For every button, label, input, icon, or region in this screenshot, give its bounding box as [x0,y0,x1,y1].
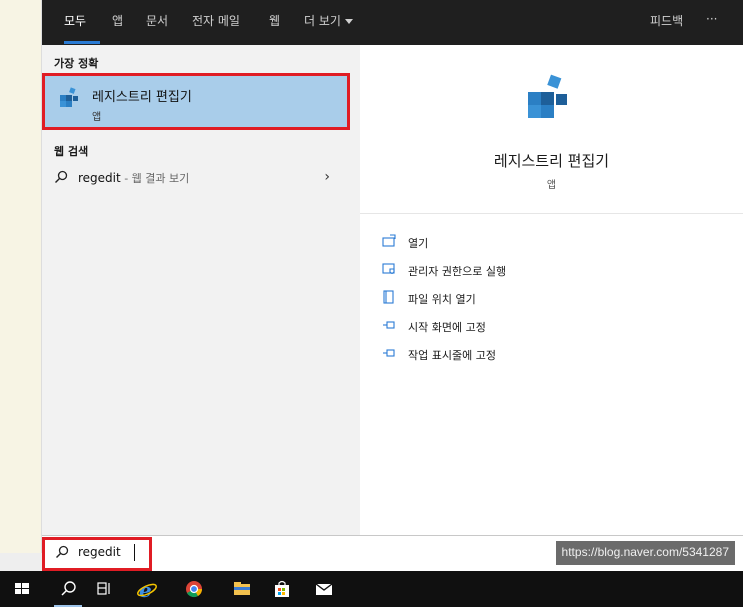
preview-title: 레지스트리 편집기 [493,152,610,170]
pin-icon [383,321,395,329]
windows-logo-icon [15,583,29,594]
chevron-right-icon[interactable]: › [324,169,330,185]
start-button[interactable] [4,571,40,607]
action-run-as-admin-label: 관리자 권한으로 실행 [408,265,507,278]
web-search-suffix: - 웹 결과 보기 [120,172,190,185]
watermark-label: https://blog.naver.com/5341287 [555,541,735,565]
pin-icon [383,349,395,357]
internet-explorer-icon: e [137,579,157,601]
web-search-query-text: regedit [78,171,121,185]
desktop-strip [0,553,42,571]
mail-icon [315,583,333,595]
task-view-button[interactable] [86,571,122,607]
chrome-icon [186,581,203,598]
action-pin-to-taskbar-label: 작업 표시줄에 고정 [408,349,496,362]
search-icon [61,581,76,596]
preview-panel: 레지스트리 편집기 앱 열기 관리자 권한으로 실행 파일 위치 열기 시작 화… [360,45,743,535]
mail-button[interactable] [306,571,342,607]
tab-more-label: 더 보기 [304,14,341,28]
preview-divider [360,213,743,214]
tab-apps[interactable]: 앱 [112,12,123,29]
best-match-heading: 가장 정확 [54,57,99,70]
internet-explorer-button[interactable]: e [128,571,164,607]
action-open-label: 열기 [408,237,429,250]
taskbar: e [0,571,743,607]
task-view-icon [97,582,110,595]
folder-icon [234,582,250,595]
web-search-query: regedit - 웹 결과 보기 [78,170,189,186]
web-search-result[interactable]: regedit - 웹 결과 보기 › [42,165,350,191]
action-open-file-location-label: 파일 위치 열기 [408,293,476,306]
chevron-down-icon [344,19,353,24]
feedback-button[interactable]: 피드백 [650,12,683,29]
more-options-button[interactable]: ··· [706,12,717,26]
store-icon [275,580,289,597]
results-panel: 가장 정확 레지스트리 편집기 앱 웹 검색 regedit - 웹 결과 보기… [42,45,360,535]
tab-more[interactable]: 더 보기 [304,12,353,29]
web-search-heading: 웹 검색 [54,145,89,158]
best-match-highlight-frame [42,73,350,130]
search-bar: https://blog.naver.com/5341287 [42,535,743,571]
tab-web[interactable]: 웹 [269,12,280,29]
registry-editor-large-icon [528,74,567,118]
action-pin-to-start-label: 시작 화면에 고정 [408,321,486,334]
chrome-button[interactable] [176,571,212,607]
preview-subtitle: 앱 [546,180,557,191]
tab-documents[interactable]: 문서 [146,12,168,29]
search-icon [55,170,68,183]
shield-icon [382,263,395,275]
file-explorer-button[interactable] [224,571,260,607]
file-location-icon [383,290,394,304]
search-tab-bar: 모두 앱 문서 전자 메일 웹 더 보기 피드백 ··· [42,0,743,45]
tab-email[interactable]: 전자 메일 [192,12,240,29]
store-button[interactable] [264,571,300,607]
active-tab-indicator [64,41,100,44]
taskbar-search-button[interactable] [50,571,86,607]
search-input-highlight-frame [42,537,152,571]
tab-all[interactable]: 모두 [64,12,86,29]
open-icon [382,234,396,247]
desktop-background [0,0,42,571]
